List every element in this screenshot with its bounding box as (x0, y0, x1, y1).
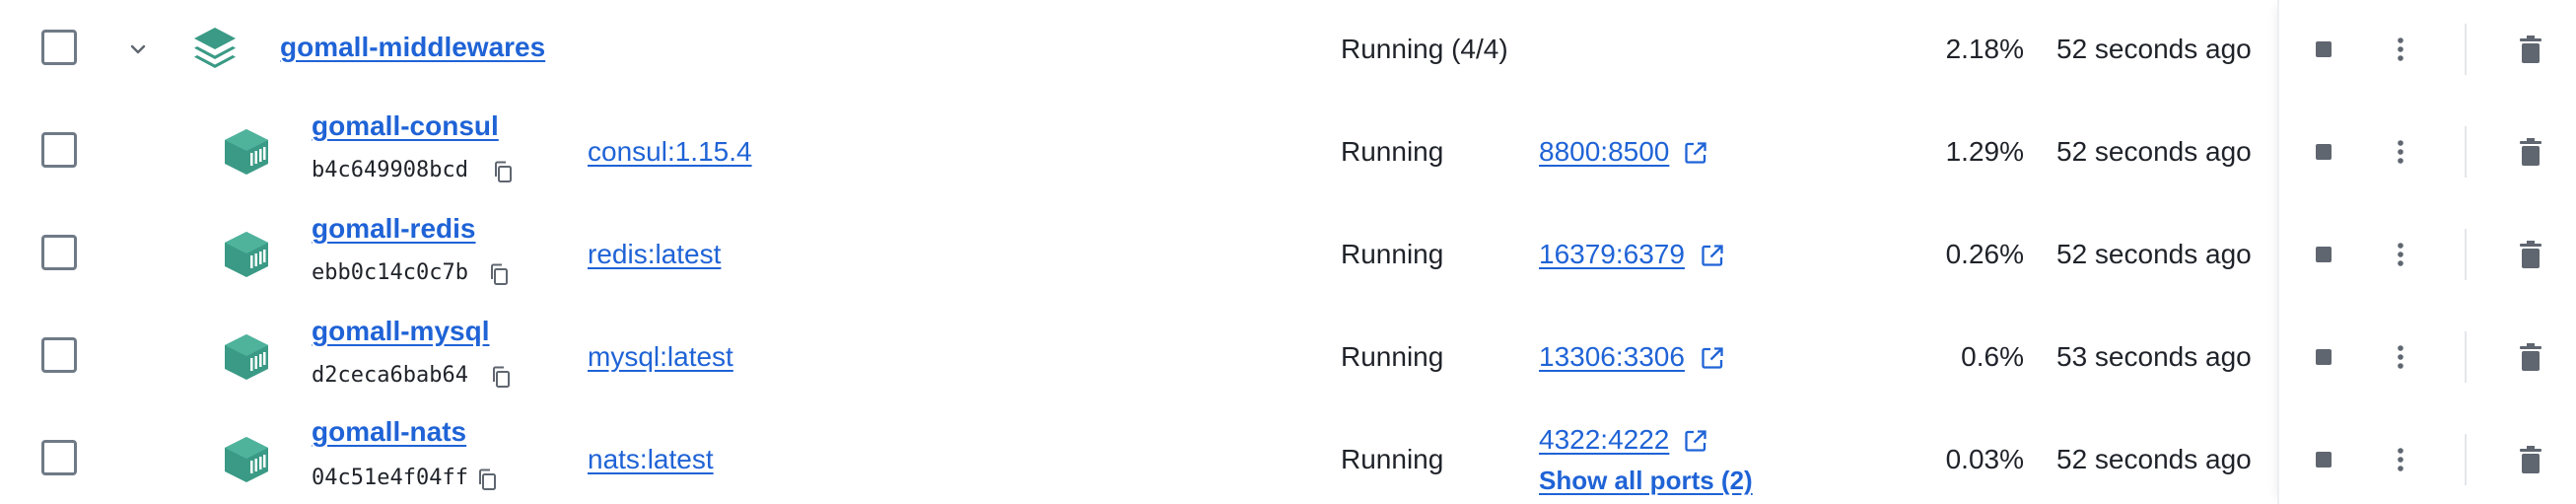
trash-icon[interactable] (2514, 135, 2547, 169)
stop-icon (2316, 144, 2332, 160)
stack-layers-icon (194, 28, 236, 68)
more-vertical-icon[interactable] (2384, 443, 2417, 476)
container-box-icon (225, 232, 268, 277)
group-delete-button[interactable] (2514, 33, 2547, 66)
port-link[interactable]: 4322:4222 (1539, 424, 1669, 456)
stop-button[interactable] (2307, 443, 2340, 476)
container-row[interactable]: gomall-nats 04c51e4f04ff nats:latest Run… (0, 410, 2576, 504)
row-checkbox[interactable] (41, 132, 77, 168)
group-cpu: 2.18% (1945, 34, 2024, 64)
external-link-icon[interactable] (1700, 345, 1725, 371)
container-box-icon (225, 129, 268, 175)
actions-divider (2465, 126, 2467, 178)
copy-icon[interactable] (489, 365, 513, 389)
stop-button[interactable] (2307, 135, 2340, 169)
stop-icon (2316, 452, 2332, 468)
container-box-icon (225, 437, 268, 482)
group-status: Running (4/4) (1341, 34, 1508, 64)
external-link-icon[interactable] (1683, 140, 1708, 166)
external-link-icon[interactable] (1700, 243, 1725, 268)
stop-icon (2316, 349, 2332, 365)
container-row[interactable]: gomall-consul b4c649908bcd consul:1.15.4… (0, 103, 2576, 205)
image-link[interactable]: redis:latest (588, 239, 721, 270)
container-name-link[interactable]: gomall-mysql (312, 316, 489, 347)
image-link[interactable]: consul:1.15.4 (588, 136, 752, 168)
container-box-icon (225, 334, 268, 380)
port-link[interactable]: 16379:6379 (1539, 239, 1685, 270)
more-vertical-icon[interactable] (2384, 238, 2417, 271)
more-vertical-icon[interactable] (2384, 135, 2417, 169)
container-cpu: 0.03% (1945, 444, 2024, 474)
container-status: Running (1341, 136, 1444, 167)
container-id: ebb0c14c0c7b (312, 260, 468, 285)
port-link[interactable]: 13306:3306 (1539, 341, 1685, 373)
stop-button[interactable] (2307, 238, 2340, 271)
row-checkbox[interactable] (41, 440, 77, 475)
container-cpu: 1.29% (1945, 136, 2024, 167)
port-link[interactable]: 8800:8500 (1539, 136, 1669, 168)
container-started: 52 seconds ago (2056, 136, 2252, 167)
stop-button[interactable] (2307, 340, 2340, 374)
container-row[interactable]: gomall-mysql d2ceca6bab64 mysql:latest R… (0, 308, 2576, 410)
trash-icon[interactable] (2514, 340, 2547, 374)
row-checkbox[interactable] (41, 235, 77, 270)
external-link-icon[interactable] (1683, 428, 1708, 454)
actions-divider (2465, 331, 2467, 383)
container-name-link[interactable]: gomall-redis (312, 213, 475, 245)
trash-icon[interactable] (2514, 238, 2547, 271)
container-status: Running (1341, 341, 1444, 372)
container-row[interactable]: gomall-redis ebb0c14c0c7b redis:latest R… (0, 205, 2576, 308)
compose-group-row[interactable]: gomall-middlewares Running (4/4) 2.18% 5… (0, 0, 2576, 103)
container-started: 53 seconds ago (2056, 341, 2252, 372)
container-name-link[interactable]: gomall-nats (312, 416, 466, 448)
image-link[interactable]: mysql:latest (588, 341, 733, 373)
group-name-link[interactable]: gomall-middlewares (280, 32, 545, 63)
copy-icon[interactable] (475, 468, 499, 491)
container-cpu: 0.6% (1961, 341, 2024, 372)
more-vertical-icon[interactable] (2384, 340, 2417, 374)
container-started: 52 seconds ago (2056, 239, 2252, 269)
chevron-down-icon[interactable] (126, 37, 150, 61)
copy-icon[interactable] (487, 262, 511, 286)
stop-icon (2316, 247, 2332, 262)
container-id: b4c649908bcd (312, 158, 468, 182)
container-status: Running (1341, 444, 1444, 474)
image-link[interactable]: nats:latest (588, 444, 714, 475)
group-checkbox[interactable] (41, 30, 77, 65)
actions-divider (2465, 24, 2467, 75)
group-more-button[interactable] (2384, 33, 2417, 66)
show-all-ports-link[interactable]: Show all ports (2) (1539, 466, 1753, 496)
actions-divider (2465, 434, 2467, 485)
copy-icon[interactable] (491, 160, 515, 183)
container-started: 52 seconds ago (2056, 444, 2252, 474)
stop-icon (2316, 41, 2332, 57)
row-checkbox[interactable] (41, 337, 77, 373)
actions-divider (2465, 229, 2467, 280)
group-stop-button[interactable] (2307, 33, 2340, 66)
container-name-link[interactable]: gomall-consul (312, 110, 499, 142)
container-status: Running (1341, 239, 1444, 269)
container-cpu: 0.26% (1945, 239, 2024, 269)
container-id: d2ceca6bab64 (312, 363, 468, 388)
container-id: 04c51e4f04ff (312, 466, 468, 490)
group-started: 52 seconds ago (2056, 34, 2252, 64)
trash-icon[interactable] (2514, 443, 2547, 476)
